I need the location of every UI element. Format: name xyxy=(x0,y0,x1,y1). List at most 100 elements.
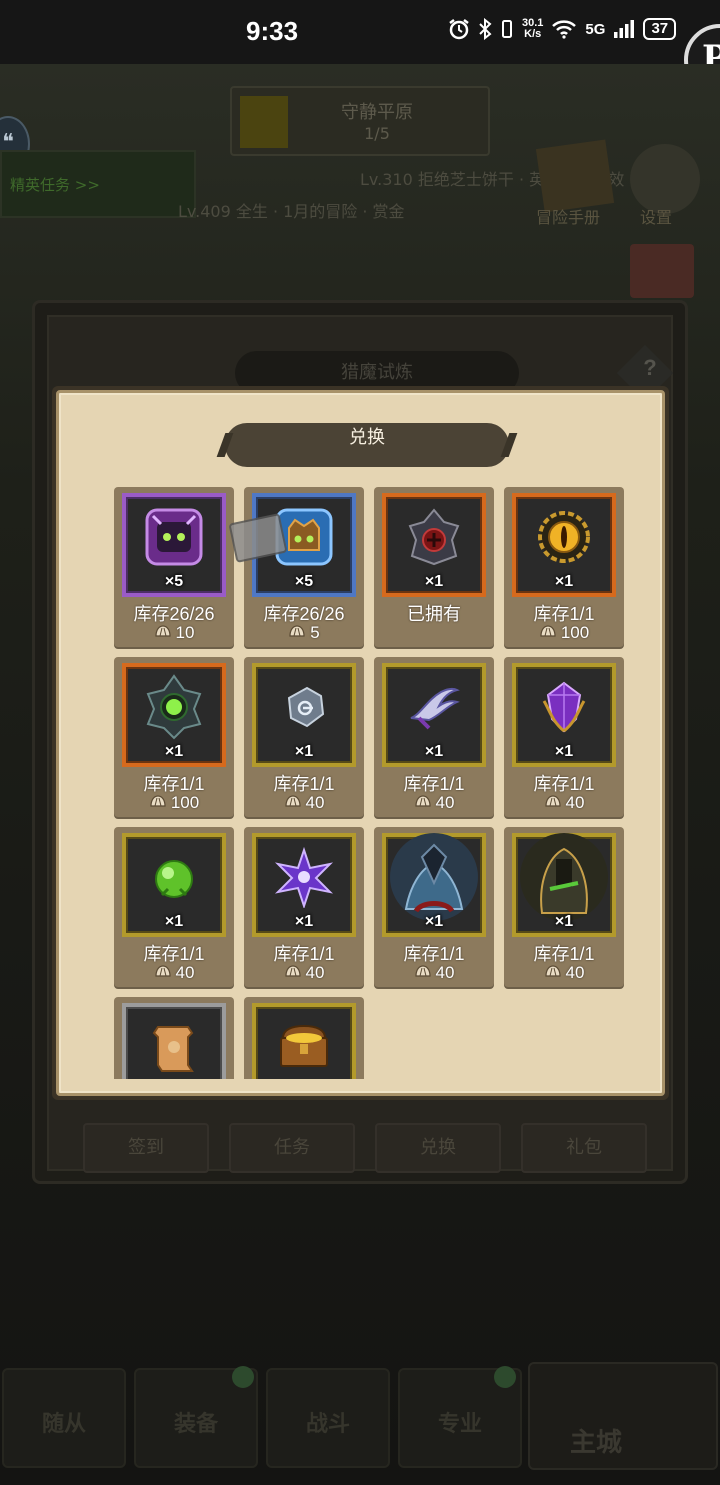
shell-currency-icon xyxy=(154,623,172,643)
item-frame xyxy=(252,1003,356,1079)
item-price-value: 100 xyxy=(560,623,590,642)
player-line-2: Lv.409 全生 · 1月的冒险 · 赏金 xyxy=(178,202,405,221)
tab-gift-pack[interactable]: 礼包 xyxy=(521,1123,647,1173)
home-label: 主城 xyxy=(570,1427,623,1457)
exchange-item[interactable]: ×1 库存1/1 40 xyxy=(244,657,364,817)
item-quantity: ×1 xyxy=(424,743,444,760)
item-price: 5 xyxy=(244,623,364,643)
shell-currency-icon xyxy=(414,793,432,813)
exchange-item[interactable]: ×1 库存1/1 40 xyxy=(504,657,624,817)
item-quantity: ×1 xyxy=(164,743,184,760)
bottom-tab-followers[interactable]: 随从 xyxy=(2,1368,126,1468)
item-price: 40 xyxy=(244,963,364,983)
item-price: 10 xyxy=(114,623,234,643)
item-quantity: ×1 xyxy=(424,913,444,930)
item-quantity: ×1 xyxy=(164,913,184,930)
item-price-value: 40 xyxy=(435,793,455,812)
exchange-item[interactable] xyxy=(114,997,234,1079)
exchange-item-list[interactable]: ×5 库存26/26 10 ×5 库存26/26 5 ×1 已拥有 ×1 库存1/1 100 ×1 库存… xyxy=(109,483,629,1079)
exchange-item[interactable]: ×1 库存1/1 100 xyxy=(504,487,624,647)
item-price-value: 5 xyxy=(310,623,320,642)
item-frame: ×1 xyxy=(382,833,486,937)
purple-chest-icon xyxy=(143,506,205,572)
shell-currency-icon xyxy=(284,963,302,983)
exchange-panel-face: 兑换 ×5 库存26/26 10 ×5 库存26/26 5 ×1 已拥有 ×1 库存1/1 100 ×… xyxy=(56,390,665,1096)
bluetooth-icon xyxy=(479,18,492,40)
exchange-item[interactable]: ×1 库存1/1 100 xyxy=(114,657,234,817)
exchange-item[interactable] xyxy=(244,997,364,1079)
item-price: 40 xyxy=(374,793,494,813)
item-frame: ×1 xyxy=(122,833,226,937)
shell-currency-icon xyxy=(149,793,167,813)
elite-task-button[interactable]: 精英任务 >> xyxy=(0,150,196,218)
claw-blade-icon xyxy=(401,674,467,744)
exchange-item[interactable]: ×1 已拥有 xyxy=(374,487,494,647)
item-quantity: ×5 xyxy=(164,573,184,590)
area-progress: 1/5 xyxy=(364,124,390,143)
shell-currency-icon xyxy=(284,793,302,813)
scroll-icon xyxy=(144,1017,204,1079)
shell-currency-icon xyxy=(544,793,562,813)
item-price-value: 40 xyxy=(305,963,325,982)
settings-label: 设置 xyxy=(640,208,673,227)
item-frame: ×5 xyxy=(122,493,226,597)
tab-exchange[interactable]: 兑换 xyxy=(375,1123,501,1173)
exchange-item[interactable]: ×1 库存1/1 40 xyxy=(114,827,234,987)
guide-book-icon[interactable] xyxy=(535,139,615,213)
item-price-value: 40 xyxy=(435,963,455,982)
battery-indicator: 37 xyxy=(643,18,677,40)
alarm-icon xyxy=(449,19,469,40)
elite-task-label: 精英任务 >> xyxy=(10,176,100,194)
network-type-label: 5G xyxy=(585,20,606,38)
item-price: 40 xyxy=(504,963,624,983)
exchange-item[interactable]: ×5 库存26/26 10 xyxy=(114,487,234,647)
tab-tasks[interactable]: 任务 xyxy=(229,1123,355,1173)
status-icons: 30.1 K/s 5G 37 xyxy=(448,18,677,40)
shell-currency-icon xyxy=(539,623,557,643)
wifi-icon xyxy=(552,20,577,39)
item-quantity: ×1 xyxy=(294,913,314,930)
status-time: 9:33 xyxy=(246,16,299,46)
purple-star-icon xyxy=(273,846,335,912)
item-quantity: ×5 xyxy=(294,573,314,590)
item-price: 40 xyxy=(504,793,624,813)
item-price: 40 xyxy=(244,793,364,813)
item-frame: ×1 xyxy=(512,493,616,597)
guide-label: 冒险手册 xyxy=(536,208,601,227)
exchange-item[interactable]: ×1 库存1/1 40 xyxy=(244,827,364,987)
vibrate-icon xyxy=(502,20,512,38)
item-quantity: ×1 xyxy=(554,743,574,760)
item-stock: 已拥有 xyxy=(407,604,461,624)
tab-checkin[interactable]: 签到 xyxy=(83,1123,209,1173)
signal-icon xyxy=(614,20,635,38)
item-frame: ×1 xyxy=(382,493,486,597)
item-price: 40 xyxy=(114,963,234,983)
shell-currency-icon xyxy=(288,623,306,643)
item-frame: ×1 xyxy=(512,833,616,937)
item-frame: ×1 xyxy=(252,663,356,767)
exchange-panel: 兑换 ×5 库存26/26 10 ×5 库存26/26 5 ×1 已拥有 ×1 库存1/1 100 ×… xyxy=(52,386,669,1100)
item-frame xyxy=(122,1003,226,1079)
bottom-tab-battle[interactable]: 战斗 xyxy=(266,1368,390,1468)
treasure-chest-icon xyxy=(273,1016,335,1079)
net-speed-unit: K/s xyxy=(524,28,542,40)
shell-currency-icon xyxy=(154,963,172,983)
exchange-item[interactable]: ×1 库存1/1 40 xyxy=(504,827,624,987)
item-price: 40 xyxy=(374,963,494,983)
item-quantity: ×1 xyxy=(424,573,444,590)
area-banner: 守静平原 1/5 xyxy=(230,86,490,156)
silver-stone-icon xyxy=(279,682,329,736)
item-quantity: ×1 xyxy=(554,573,574,590)
mail-icon[interactable] xyxy=(630,244,694,298)
exchange-item[interactable]: ×1 库存1/1 40 xyxy=(374,827,494,987)
green-orb-icon xyxy=(146,849,202,909)
bottom-tab-home[interactable]: 主城 xyxy=(528,1362,718,1470)
shell-currency-icon xyxy=(544,963,562,983)
area-title: 守静平原 xyxy=(341,102,413,123)
notification-dot xyxy=(232,1366,254,1388)
item-price-value: 40 xyxy=(565,793,585,812)
item-frame: ×1 xyxy=(382,663,486,767)
item-price-value: 40 xyxy=(305,793,325,812)
exchange-item[interactable]: ×1 库存1/1 40 xyxy=(374,657,494,817)
exchange-item[interactable]: ×5 库存26/26 5 xyxy=(244,487,364,647)
